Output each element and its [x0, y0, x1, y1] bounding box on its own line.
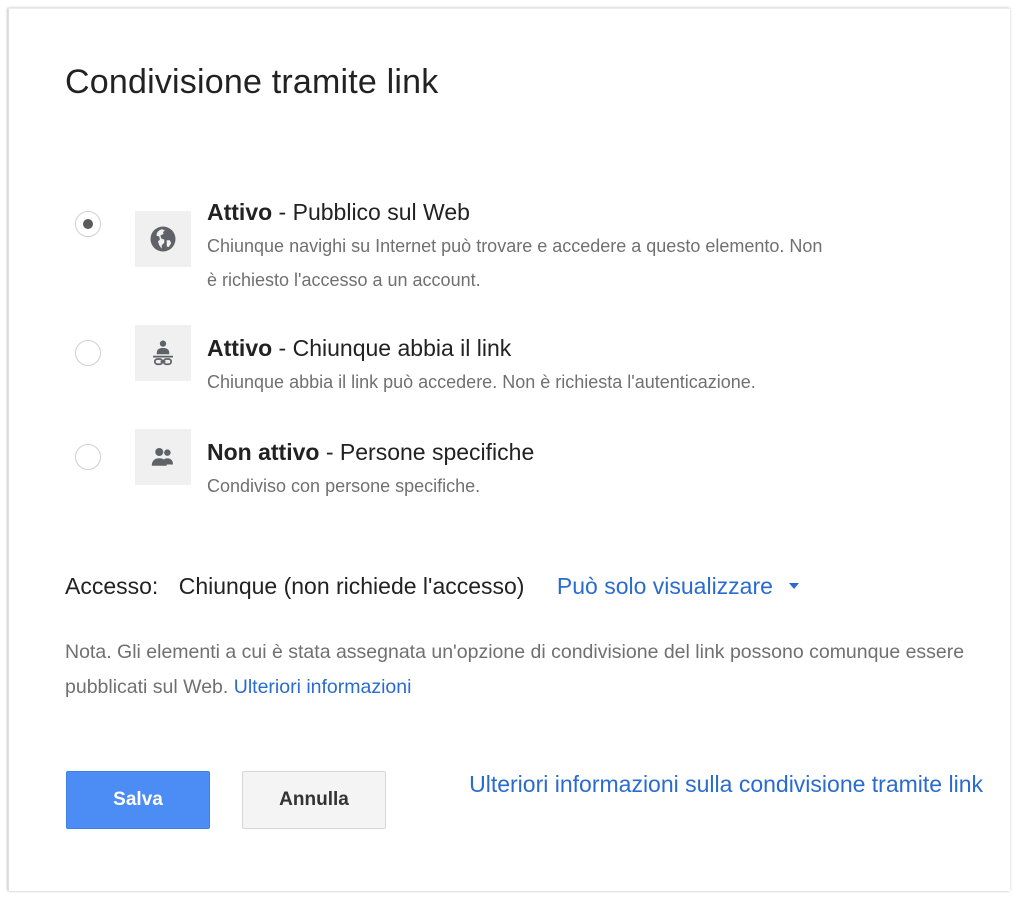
option-label: Chiunque abbia il link [292, 335, 512, 361]
option-anyone-with-link-text: Attivo - Chiunque abbia il link Chiunque… [207, 333, 977, 399]
radio-specific-people[interactable] [75, 444, 101, 470]
radio-public-web[interactable] [75, 211, 101, 237]
option-description: Condiviso con persone specifiche. [207, 476, 481, 496]
access-label: Accesso: [65, 573, 159, 599]
option-public-web-text: Attivo - Pubblico sul Web Chiunque navig… [207, 197, 977, 297]
option-status: Attivo [207, 335, 273, 361]
share-dialog: Condivisione tramite link Attivo - Pubbl… [8, 8, 1010, 891]
dialog-title: Condivisione tramite link [65, 63, 439, 101]
access-row: Accesso: Chiunque (non richiede l'access… [65, 573, 799, 600]
access-value: Chiunque (non richiede l'accesso) [178, 573, 525, 599]
option-separator: - [272, 199, 293, 225]
chevron-down-icon [788, 582, 799, 589]
option-separator: - [319, 439, 340, 465]
radio-anyone-with-link[interactable] [75, 340, 101, 366]
option-description: Chiunque navighi su Internet può trovare… [207, 236, 823, 290]
learn-more-link[interactable]: Ulteriori informazioni [234, 676, 412, 698]
option-description: Chiunque abbia il link può accedere. Non… [207, 372, 756, 392]
permission-dropdown[interactable]: Può solo visualizzare [557, 573, 799, 599]
save-button[interactable]: Salva [66, 771, 210, 829]
cancel-button[interactable]: Annulla [242, 771, 386, 829]
globe-icon [135, 211, 191, 267]
note-text: Nota. Gli elementi a cui è stata assegna… [65, 641, 965, 698]
option-status: Attivo [207, 199, 273, 225]
sharing-help-link[interactable]: Ulteriori informazioni sulla condivision… [423, 767, 983, 801]
option-label: Pubblico sul Web [292, 199, 470, 225]
option-label: Persone specifiche [339, 439, 535, 465]
people-icon [135, 429, 191, 485]
option-separator: - [272, 335, 293, 361]
person-link-icon [135, 325, 191, 381]
option-specific-people-text: Non attivo - Persone specifiche Condivis… [207, 437, 977, 503]
option-status: Non attivo [207, 439, 320, 465]
